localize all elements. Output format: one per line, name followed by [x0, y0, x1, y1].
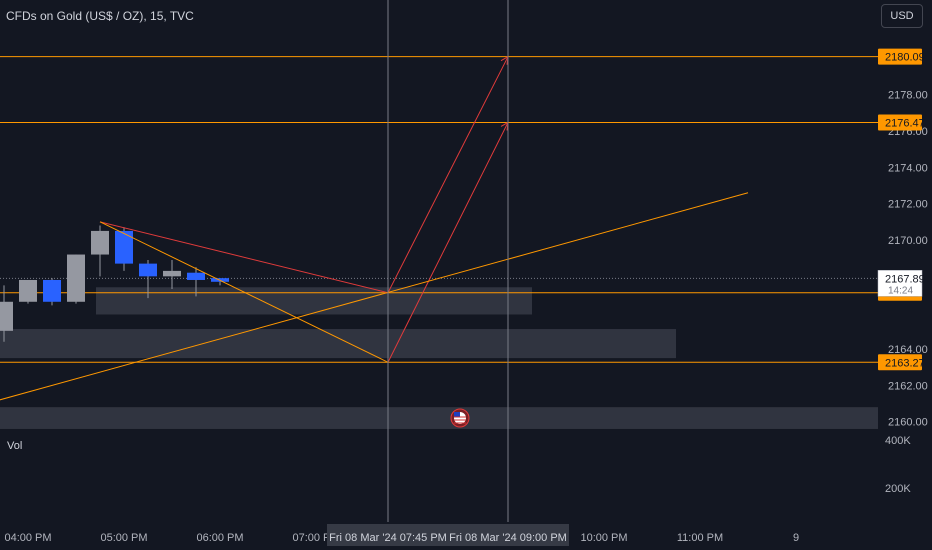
- candle-body: [91, 230, 109, 255]
- candle[interactable]: [163, 259, 181, 290]
- candle-body: [43, 279, 61, 302]
- time-tick-label: 05:00 PM: [100, 532, 147, 544]
- candle[interactable]: [19, 279, 37, 304]
- candle-body: [187, 272, 205, 280]
- level-price-label: 2180.09: [885, 52, 925, 64]
- volume-scale-label: 200K: [885, 483, 911, 495]
- candle[interactable]: [67, 254, 85, 304]
- candle-body: [0, 301, 13, 331]
- price-chart[interactable]: 2178.002176.002174.002172.002170.002164.…: [0, 0, 932, 550]
- time-tick-label: 06:00 PM: [196, 532, 243, 544]
- us-flag-icon-canton: [454, 412, 460, 417]
- candle-body: [139, 263, 157, 277]
- candle-body: [67, 254, 85, 302]
- price-tick-label: 2174.00: [888, 162, 928, 174]
- zone-box[interactable]: [96, 287, 532, 315]
- price-tick-label: 2170.00: [888, 235, 928, 247]
- crosshair-time-label: Fri 08 Mar '24 07:45 PM: [329, 532, 447, 544]
- time-tick-label: 10:00 PM: [580, 532, 627, 544]
- price-tick-label: 2162.00: [888, 380, 928, 392]
- candle[interactable]: [91, 225, 109, 277]
- current-price-label: 2167.89: [885, 273, 925, 285]
- zone-box[interactable]: [0, 329, 676, 359]
- candle-body: [115, 230, 133, 264]
- time-tick-label: 11:00 PM: [677, 532, 723, 544]
- trendline-drawing[interactable]: [387, 122, 509, 363]
- level-price-label: 2163.27: [885, 357, 925, 369]
- volume-scale-label: 400K: [885, 435, 911, 447]
- candle[interactable]: [43, 278, 61, 306]
- candle[interactable]: [211, 278, 229, 286]
- time-tick-label: 9: [793, 532, 799, 544]
- candle-countdown-label: 14:24: [888, 285, 913, 296]
- trendline-drawing[interactable]: [99, 56, 509, 294]
- candle-body: [163, 270, 181, 277]
- candle-body: [19, 279, 37, 302]
- time-tick-label: 04:00 PM: [4, 532, 51, 544]
- crosshair-time-label: Fri 08 Mar '24 09:00 PM: [449, 532, 567, 544]
- zone-box[interactable]: [0, 407, 878, 429]
- price-tick-label: 2160.00: [888, 417, 928, 429]
- price-tick-label: 2164.00: [888, 344, 928, 356]
- price-tick-label: 2172.00: [888, 199, 928, 211]
- price-tick-label: 2178.00: [888, 90, 928, 102]
- level-price-label: 2176.47: [885, 117, 925, 129]
